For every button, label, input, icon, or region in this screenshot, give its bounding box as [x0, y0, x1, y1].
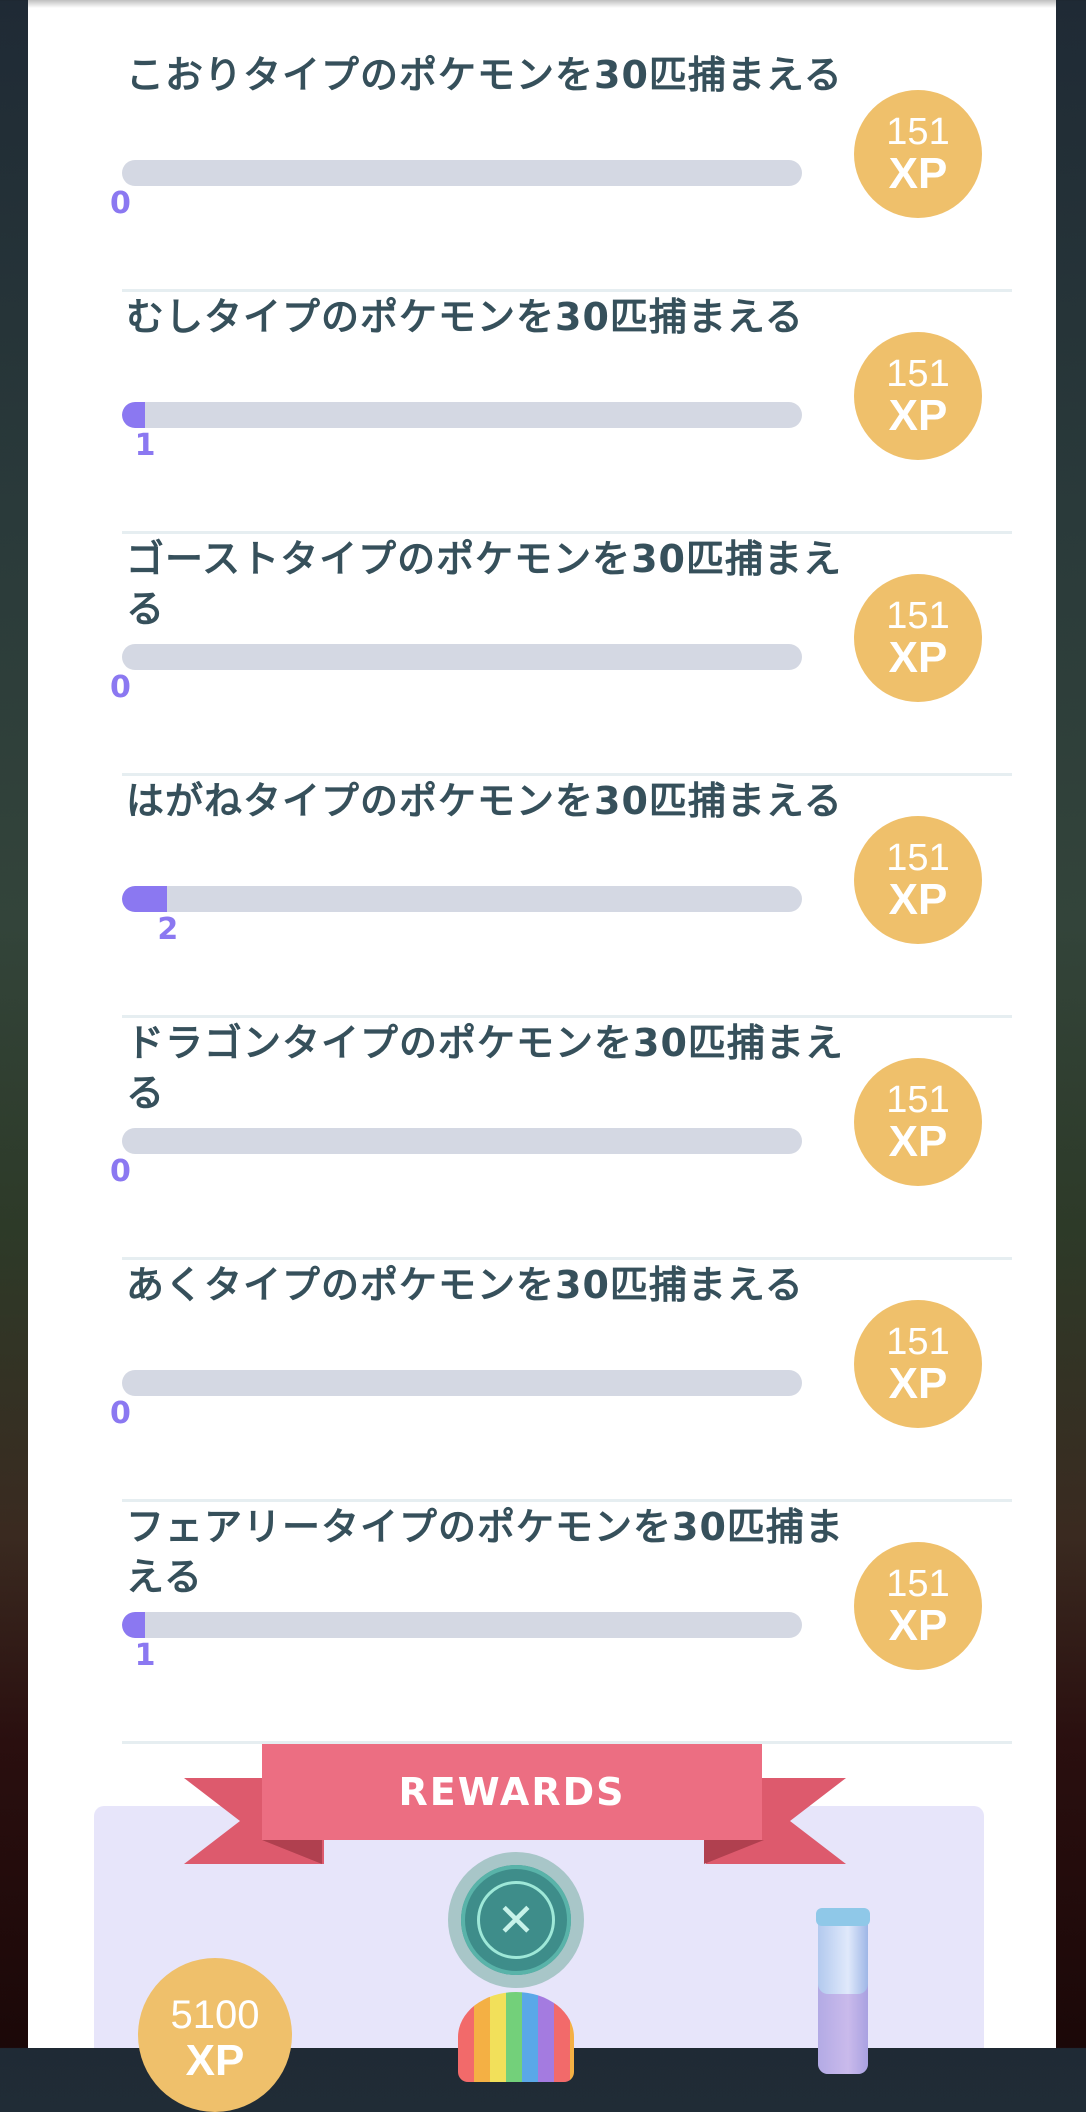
- close-button-inner: ✕: [461, 1865, 571, 1975]
- xp-reward-unit: XP: [185, 2036, 245, 2085]
- xp-unit: XP: [888, 875, 948, 924]
- progress-count: 0: [110, 1154, 131, 1189]
- progress-bar-fill: [122, 402, 145, 428]
- xp-amount: 151: [886, 353, 950, 395]
- xp-unit: XP: [888, 633, 948, 682]
- rewards-banner: REWARDS: [262, 1744, 762, 1840]
- progress-count: 0: [110, 670, 131, 705]
- progress-count: 0: [110, 186, 131, 221]
- task-row[interactable]: フェアリータイプのポケモンを30匹捕まえる 1 151 XP: [94, 1502, 1012, 1744]
- task-title: ゴーストタイプのポケモンを30匹捕まえる: [126, 537, 842, 631]
- progress-bar: [122, 886, 802, 912]
- xp-reward-badge: 5100 XP: [138, 1958, 292, 2112]
- progress-bar: [122, 1128, 802, 1154]
- xp-unit: XP: [888, 1117, 948, 1166]
- incense-icon: [458, 1992, 574, 2082]
- xp-amount: 151: [886, 837, 950, 879]
- xp-reward-badge: 151 XP: [854, 1300, 982, 1428]
- xp-unit: XP: [888, 1601, 948, 1650]
- xp-reward-badge: 151 XP: [854, 90, 982, 218]
- progress-bar-fill: [122, 886, 168, 912]
- task-title: フェアリータイプのポケモンを30匹捕まえる: [126, 1505, 844, 1599]
- xp-reward-badge: 151 XP: [854, 1542, 982, 1670]
- research-panel: こおりタイプのポケモンを30匹捕まえる 0 151 XP むしタイプのポケモンを30匹捕…: [28, 0, 1056, 2048]
- xp-reward-badge: 151 XP: [854, 1058, 982, 1186]
- progress-bar: [122, 644, 802, 670]
- task-row[interactable]: むしタイプのポケモンを30匹捕まえる 1 151 XP: [94, 292, 1012, 534]
- xp-amount: 151: [886, 595, 950, 637]
- progress-bar: [122, 1370, 802, 1396]
- xp-amount: 151: [886, 1321, 950, 1363]
- xp-unit: XP: [888, 1359, 948, 1408]
- task-row[interactable]: ゴーストタイプのポケモンを30匹捕まえる 0 151 XP: [94, 534, 1012, 776]
- task-title: ドラゴンタイプのポケモンを30匹捕まえる: [126, 1021, 844, 1115]
- xp-reward-amount: 5100: [170, 1993, 260, 2037]
- xp-reward-badge: 151 XP: [854, 574, 982, 702]
- xp-amount: 151: [886, 1563, 950, 1605]
- progress-bar: [122, 402, 802, 428]
- task-title: むしタイプのポケモンを30匹捕まえる: [126, 295, 804, 339]
- task-row[interactable]: はがねタイプのポケモンを30匹捕まえる 2 151 XP: [94, 776, 1012, 1018]
- progress-count: 0: [110, 1396, 131, 1431]
- xp-amount: 151: [886, 1079, 950, 1121]
- task-title: あくタイプのポケモンを30匹捕まえる: [126, 1263, 804, 1307]
- progress-bar: [122, 1612, 802, 1638]
- xp-reward-badge: 151 XP: [854, 816, 982, 944]
- xp-unit: XP: [888, 391, 948, 440]
- progress-count: 2: [157, 912, 179, 947]
- task-title: こおりタイプのポケモンを30匹捕まえる: [126, 53, 843, 97]
- close-button[interactable]: ✕: [448, 1852, 584, 1988]
- task-row[interactable]: こおりタイプのポケモンを30匹捕まえる 0 151 XP: [94, 50, 1012, 292]
- potion-vial-cap: [816, 1908, 870, 1926]
- top-shadow: [28, 0, 1056, 8]
- task-title: はがねタイプのポケモンを30匹捕まえる: [126, 779, 843, 823]
- xp-reward-badge: 151 XP: [854, 332, 982, 460]
- xp-unit: XP: [888, 149, 948, 198]
- task-row[interactable]: ドラゴンタイプのポケモンを30匹捕まえる 0 151 XP: [94, 1018, 1012, 1260]
- task-row[interactable]: あくタイプのポケモンを30匹捕まえる 0 151 XP: [94, 1260, 1012, 1502]
- progress-count: 1: [134, 428, 156, 463]
- progress-bar-fill: [122, 1612, 145, 1638]
- xp-amount: 151: [886, 111, 950, 153]
- close-icon: ✕: [477, 1881, 555, 1959]
- potion-vial-icon: [818, 1914, 868, 2074]
- progress-bar: [122, 160, 802, 186]
- progress-count: 1: [134, 1638, 156, 1673]
